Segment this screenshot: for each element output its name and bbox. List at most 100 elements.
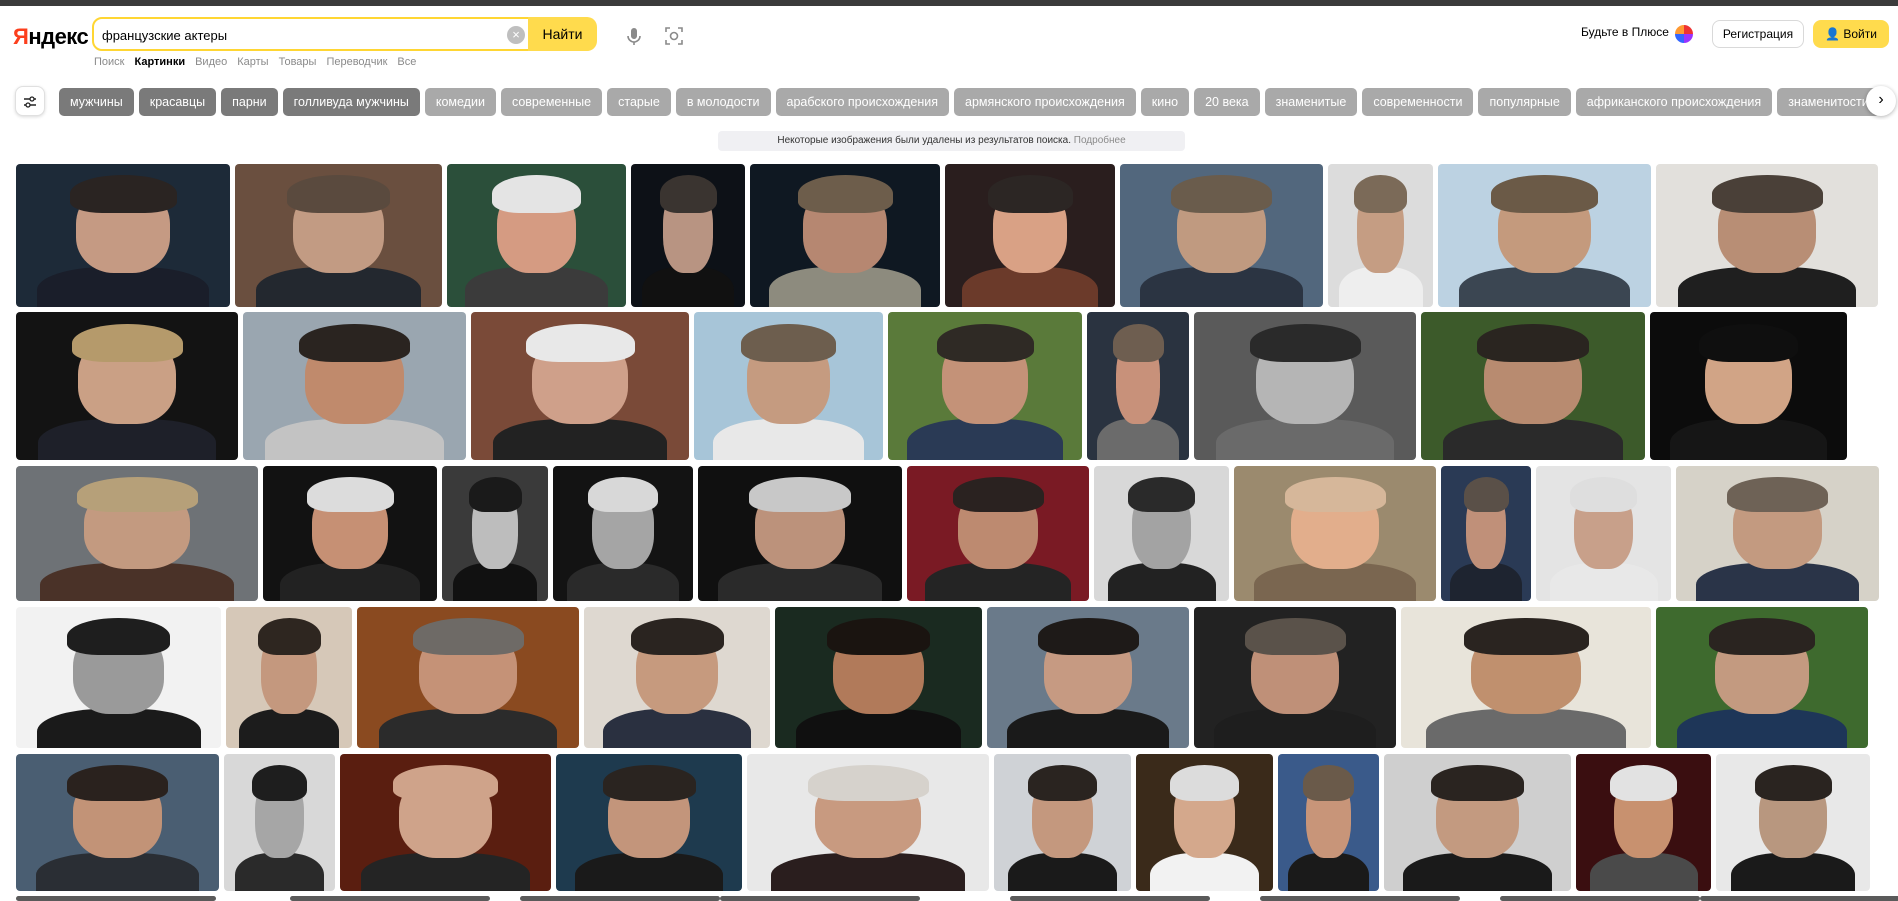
portrait-hair — [826, 618, 931, 655]
portrait-hair — [257, 618, 321, 655]
portrait-hair — [392, 764, 499, 801]
image-result[interactable] — [16, 607, 221, 748]
image-result[interactable] — [987, 607, 1189, 748]
portrait-body — [1140, 266, 1303, 307]
image-result[interactable] — [1010, 896, 1210, 901]
portrait-hair — [251, 764, 308, 801]
portrait-body — [962, 266, 1098, 307]
image-result[interactable] — [1536, 466, 1671, 601]
image-result[interactable] — [1438, 164, 1651, 307]
portrait-hair — [1726, 476, 1829, 512]
image-result[interactable] — [290, 896, 490, 901]
image-result[interactable] — [1260, 896, 1460, 901]
image-result[interactable] — [775, 607, 982, 748]
image-result[interactable] — [1656, 164, 1878, 307]
image-result[interactable] — [226, 607, 352, 748]
image-result[interactable] — [16, 754, 219, 891]
image-result[interactable] — [556, 754, 742, 891]
portrait-hair — [67, 618, 170, 655]
image-result[interactable] — [1234, 466, 1436, 601]
portrait-body — [1459, 266, 1630, 307]
image-result[interactable] — [243, 312, 466, 460]
image-result[interactable] — [1384, 754, 1571, 891]
portrait-body — [771, 852, 965, 891]
image-result[interactable] — [471, 312, 689, 460]
portrait-hair — [1354, 175, 1407, 213]
image-result[interactable] — [888, 312, 1082, 460]
image-result[interactable] — [16, 466, 258, 601]
image-result[interactable] — [1421, 312, 1645, 460]
portrait-hair — [1303, 764, 1354, 801]
image-result[interactable] — [340, 754, 551, 891]
portrait-body — [574, 852, 724, 891]
portrait-hair — [66, 764, 169, 801]
portrait-body — [718, 563, 882, 601]
image-result[interactable] — [520, 896, 720, 901]
image-result[interactable] — [1500, 896, 1700, 901]
image-result[interactable] — [1441, 466, 1531, 601]
image-result[interactable] — [1136, 754, 1273, 891]
portrait-body — [1254, 563, 1416, 601]
portrait-body — [238, 708, 340, 748]
portrait-hair — [602, 764, 696, 801]
portrait-body — [1549, 563, 1658, 601]
image-result[interactable] — [747, 754, 989, 891]
image-result[interactable] — [16, 312, 238, 460]
image-result[interactable] — [994, 754, 1131, 891]
image-result[interactable] — [1120, 164, 1323, 307]
image-result[interactable] — [1676, 466, 1879, 601]
portrait-body — [235, 852, 324, 891]
image-result[interactable] — [1576, 754, 1711, 891]
image-result[interactable] — [442, 466, 548, 601]
portrait-hair — [797, 175, 893, 213]
image-result[interactable] — [584, 607, 770, 748]
portrait-hair — [69, 175, 177, 213]
portrait-body — [1678, 266, 1856, 307]
image-result[interactable] — [945, 164, 1115, 307]
image-result[interactable] — [698, 466, 902, 601]
portrait-body — [1669, 418, 1828, 460]
image-result[interactable] — [1194, 607, 1396, 748]
portrait-body — [1214, 708, 1376, 748]
portrait-hair — [1170, 175, 1273, 213]
portrait-hair — [630, 618, 724, 655]
image-result[interactable] — [224, 754, 335, 891]
portrait-body — [36, 708, 201, 748]
portrait-body — [1097, 418, 1179, 460]
portrait-hair — [987, 175, 1073, 213]
portrait-body — [1216, 418, 1394, 460]
portrait-body — [1589, 852, 1698, 891]
portrait-body — [452, 563, 538, 601]
image-result[interactable] — [1087, 312, 1189, 460]
image-result[interactable] — [1328, 164, 1433, 307]
image-result[interactable] — [1716, 754, 1870, 891]
portrait-hair — [298, 323, 411, 363]
image-result[interactable] — [631, 164, 745, 307]
image-result[interactable] — [1700, 896, 1898, 901]
image-result[interactable] — [553, 466, 693, 601]
image-result[interactable] — [235, 164, 442, 307]
image-result[interactable] — [907, 466, 1089, 601]
portrait-hair — [1754, 764, 1832, 801]
portrait-hair — [1249, 323, 1361, 363]
portrait-hair — [659, 175, 717, 213]
image-result[interactable] — [1656, 607, 1868, 748]
image-result[interactable] — [720, 896, 920, 901]
image-result[interactable] — [1278, 754, 1379, 891]
portrait-hair — [1463, 618, 1589, 655]
portrait-body — [1426, 708, 1626, 748]
portrait-body — [1107, 563, 1216, 601]
image-result[interactable] — [1094, 466, 1229, 601]
image-result[interactable] — [16, 896, 216, 901]
image-result[interactable] — [1194, 312, 1416, 460]
image-result[interactable] — [694, 312, 883, 460]
portrait-hair — [952, 476, 1044, 512]
image-result[interactable] — [16, 164, 230, 307]
portrait-body — [769, 266, 921, 307]
image-result[interactable] — [750, 164, 940, 307]
image-result[interactable] — [263, 466, 437, 601]
image-result[interactable] — [1401, 607, 1651, 748]
image-result[interactable] — [447, 164, 626, 307]
image-result[interactable] — [357, 607, 579, 748]
image-result[interactable] — [1650, 312, 1847, 460]
